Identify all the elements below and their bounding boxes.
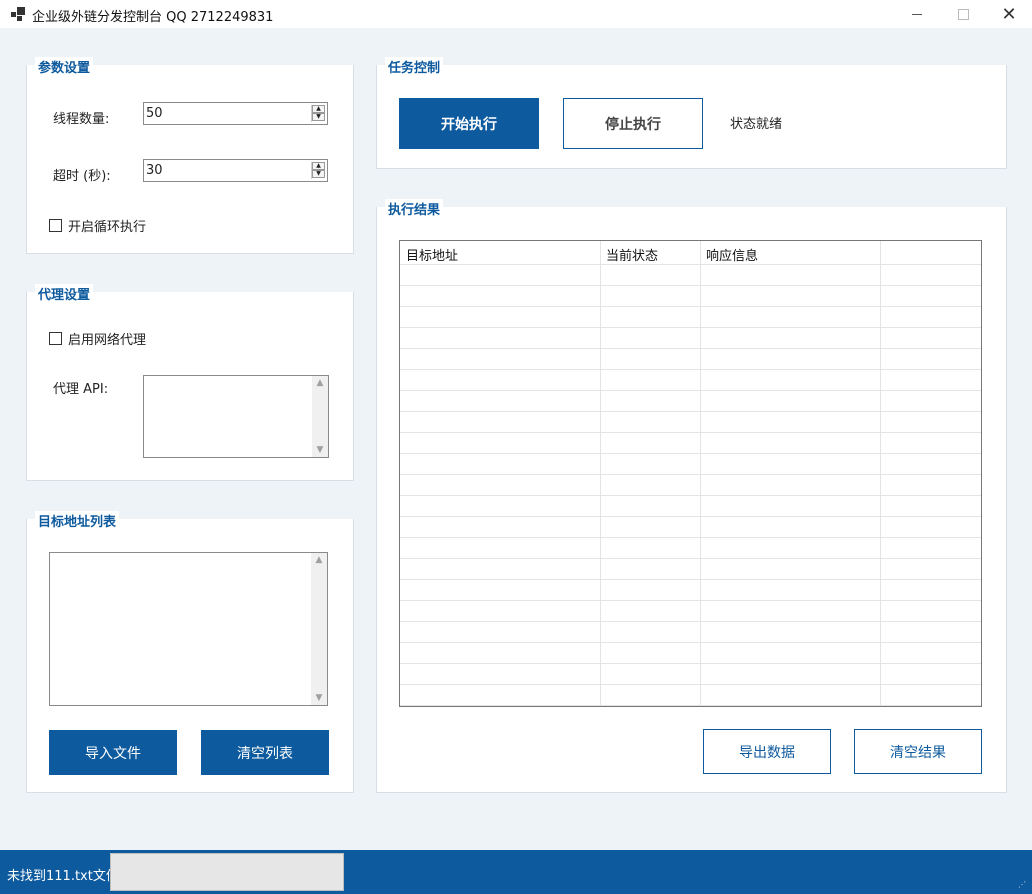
params-panel-title: 参数设置 [35, 57, 94, 76]
table-row-line [400, 348, 981, 349]
checkbox-box[interactable] [49, 332, 62, 345]
scroll-up-icon[interactable]: ▲ [312, 378, 328, 388]
checkbox-box[interactable] [49, 219, 62, 232]
loop-checkbox[interactable]: 开启循环执行 [49, 216, 146, 235]
table-row-line [400, 306, 981, 307]
maximize-button[interactable] [940, 0, 986, 28]
start-button[interactable]: 开始执行 [399, 98, 539, 149]
table-row-line [400, 453, 981, 454]
table-row-line [400, 516, 981, 517]
status-progress-box [110, 853, 344, 891]
status-label: 状态就绪 [730, 117, 783, 132]
window-title: 企业级外链分发控制台 QQ 2712249831 [32, 10, 274, 25]
timeout-value: 30 [146, 163, 163, 178]
scroll-down-icon[interactable]: ▼ [312, 445, 328, 455]
resize-grip-icon[interactable]: ⋰ [1018, 880, 1028, 890]
status-bar: 未找到111.txt文件 ⋰ [0, 850, 1032, 894]
results-table[interactable]: 目标地址 当前状态 响应信息 [399, 240, 982, 707]
export-data-button[interactable]: 导出数据 [703, 729, 831, 774]
scrollbar[interactable]: ▲ ▼ [311, 553, 327, 705]
table-row-line [400, 327, 981, 328]
table-row-line [400, 369, 981, 370]
table-row-line [400, 390, 981, 391]
proxy-api-input[interactable]: ▲ ▼ [143, 375, 329, 458]
table-row-line [400, 558, 981, 559]
table-row-line [400, 285, 981, 286]
table-row-line [400, 642, 981, 643]
column-header-status[interactable]: 当前状态 [606, 245, 658, 264]
column-header-target[interactable]: 目标地址 [406, 245, 458, 264]
stepper-up-icon[interactable]: ▲ [312, 162, 325, 170]
proxy-api-label: 代理 API: [53, 382, 109, 397]
table-row-line [400, 264, 981, 265]
targets-input[interactable]: ▲ ▼ [49, 552, 328, 706]
table-row-line [400, 705, 981, 706]
import-file-button[interactable]: 导入文件 [49, 730, 177, 775]
proxy-panel-title: 代理设置 [35, 284, 94, 303]
title-bar: 企业级外链分发控制台 QQ 2712249831 ✕ [0, 0, 1032, 28]
table-row-line [400, 663, 981, 664]
table-row-line [400, 684, 981, 685]
clear-list-button[interactable]: 清空列表 [201, 730, 329, 775]
threads-label: 线程数量: [53, 112, 110, 127]
threads-input[interactable]: 50 ▲ ▼ [143, 102, 328, 125]
table-row-line [400, 600, 981, 601]
loop-checkbox-label: 开启循环执行 [68, 220, 147, 235]
proxy-enable-label: 启用网络代理 [68, 333, 147, 348]
scrollbar[interactable]: ▲ ▼ [312, 376, 328, 457]
stepper-down-icon[interactable]: ▼ [312, 113, 325, 121]
stepper-down-icon[interactable]: ▼ [312, 170, 325, 178]
table-row-line [400, 432, 981, 433]
targets-panel-title: 目标地址列表 [35, 511, 120, 530]
minimize-icon [912, 13, 922, 15]
scroll-down-icon[interactable]: ▼ [311, 693, 327, 703]
table-row-line [400, 474, 981, 475]
scroll-up-icon[interactable]: ▲ [311, 555, 327, 565]
app-icon [11, 7, 25, 21]
close-icon: ✕ [1001, 3, 1017, 25]
timeout-stepper[interactable]: ▲ ▼ [311, 162, 325, 179]
proxy-enable-checkbox[interactable]: 启用网络代理 [49, 329, 146, 348]
timeout-label: 超时 (秒): [53, 169, 111, 184]
table-row-line [400, 411, 981, 412]
table-row-line [400, 495, 981, 496]
results-panel-title: 执行结果 [385, 199, 444, 218]
stop-button[interactable]: 停止执行 [563, 98, 703, 149]
timeout-input[interactable]: 30 ▲ ▼ [143, 159, 328, 182]
task-panel-title: 任务控制 [385, 57, 444, 76]
minimize-button[interactable] [894, 0, 940, 28]
clear-results-button[interactable]: 清空结果 [854, 729, 982, 774]
stepper-up-icon[interactable]: ▲ [312, 105, 325, 113]
table-row-line [400, 537, 981, 538]
close-button[interactable]: ✕ [986, 0, 1032, 28]
threads-stepper[interactable]: ▲ ▼ [311, 105, 325, 122]
table-row-line [400, 579, 981, 580]
maximize-icon [957, 8, 969, 20]
status-message: 未找到111.txt文件 [7, 869, 119, 884]
threads-value: 50 [146, 106, 163, 121]
table-row-line [400, 621, 981, 622]
column-header-response[interactable]: 响应信息 [706, 245, 758, 264]
